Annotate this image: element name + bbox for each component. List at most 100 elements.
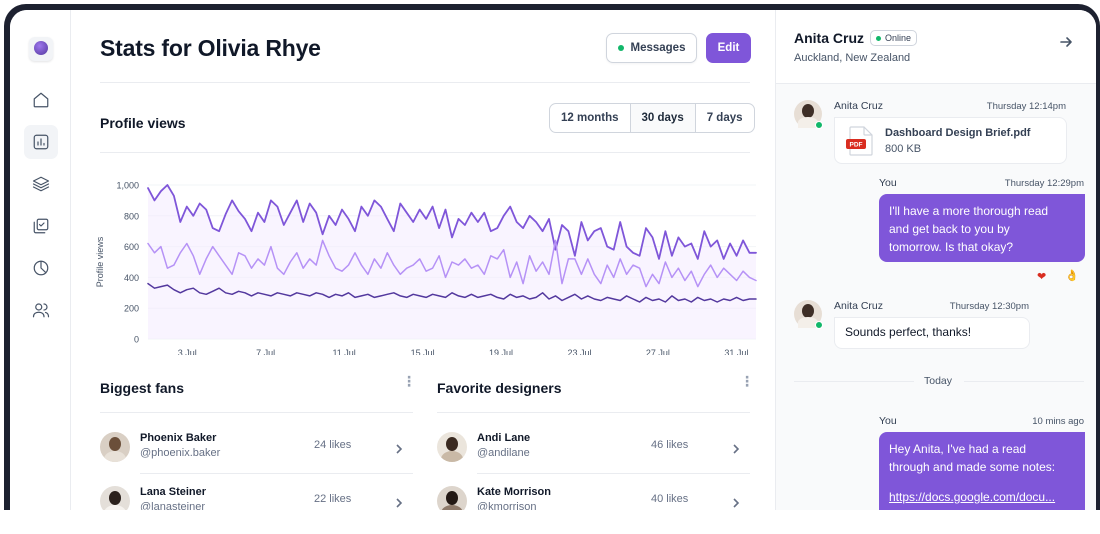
page-title: Stats for Olivia Rhye <box>100 35 321 61</box>
designer-handle: @kmorrison <box>477 501 537 510</box>
fan-name: Lana Steiner <box>140 486 207 498</box>
nav-stats[interactable] <box>24 125 58 159</box>
message-time: 10 mins ago <box>1032 416 1084 427</box>
ok-hand-reaction[interactable]: 👌 <box>1065 269 1079 282</box>
message-time: Thursday 12:30pm <box>949 301 1029 312</box>
status-badge: Online <box>870 30 918 46</box>
home-icon <box>33 92 49 108</box>
messages-button[interactable]: Messages <box>606 33 697 63</box>
x-tick-label: 31 Jul <box>724 348 748 355</box>
y-tick-label: 1,000 <box>116 181 139 191</box>
main-content: Stats for Olivia Rhye Messages Edit Prof… <box>72 10 774 510</box>
arrow-right-icon <box>1060 37 1072 47</box>
app-logo[interactable] <box>29 37 53 61</box>
y-tick-label: 800 <box>124 211 139 221</box>
range-toggle: 12 months 30 days 7 days <box>549 103 755 133</box>
message-link[interactable]: https://docs.google.com/docu... <box>889 488 1075 506</box>
fans-divider <box>100 412 413 413</box>
designer-likes: 46 likes <box>651 439 689 451</box>
range-12-months[interactable]: 12 months <box>550 104 631 132</box>
status-text: Online <box>885 33 912 43</box>
pie-chart-icon <box>33 260 49 276</box>
check-square-icon <box>33 218 49 234</box>
biggest-fans-title: Biggest fans <box>100 380 185 396</box>
contact-location: Auckland, New Zealand <box>794 52 911 64</box>
message-line: I'll have a more thorough read <box>889 204 1049 218</box>
x-tick-label: 27 Jul <box>646 348 670 355</box>
chevron-right-icon[interactable] <box>731 441 741 454</box>
range-30-days[interactable]: 30 days <box>630 104 696 132</box>
designer-handle: @andilane <box>477 447 530 459</box>
nav-reports[interactable] <box>24 251 58 285</box>
y-axis-label: Profile views <box>95 236 105 287</box>
y-tick-label: 600 <box>124 242 139 252</box>
chevron-right-icon[interactable] <box>394 495 404 508</box>
nav-users[interactable] <box>24 293 58 327</box>
edit-button[interactable]: Edit <box>706 33 751 63</box>
profile-views-title: Profile views <box>100 115 186 131</box>
layers-icon <box>32 176 50 192</box>
x-tick-label: 7 Jul <box>256 348 275 355</box>
profile-views-chart: 0 200 400 600 800 1,000 Profile views 3 Jul 7 Ju… <box>95 181 757 355</box>
fan-handle: @phoenix.baker <box>140 447 221 459</box>
pdf-file-icon: PDF <box>846 126 873 156</box>
chevron-right-icon[interactable] <box>731 495 741 508</box>
message-sender: Anita Cruz <box>834 300 884 312</box>
designer-name: Andi Lane <box>477 432 531 444</box>
close-panel-button[interactable] <box>1059 35 1073 49</box>
avatar <box>100 432 130 462</box>
message-line: Hey Anita, I've had a read <box>889 442 1027 456</box>
logo-mark <box>34 41 48 55</box>
header-divider <box>100 82 750 83</box>
nav-tasks[interactable] <box>24 209 58 243</box>
message-time: Thursday 12:14pm <box>986 101 1066 112</box>
chat-panel: Anita Cruz Online Auckland, New Zealand … <box>775 10 1096 510</box>
message-sender: Anita Cruz <box>834 100 884 112</box>
favorite-designers-menu-icon[interactable]: ⋮ <box>740 374 754 388</box>
fan-row[interactable]: Phoenix Baker @phoenix.baker 24 likes <box>100 432 413 486</box>
today-label: Today <box>924 375 953 387</box>
file-name: Dashboard Design Brief.pdf <box>885 127 1031 139</box>
designers-divider <box>437 412 750 413</box>
row-divider <box>140 473 413 474</box>
fan-likes: 24 likes <box>314 439 352 451</box>
y-tick-label: 0 <box>134 335 139 345</box>
fan-row[interactable]: Lana Steiner @lanasteiner 22 likes <box>100 486 413 510</box>
file-size: 800 KB <box>885 143 922 155</box>
favorite-designers-title: Favorite designers <box>437 380 562 396</box>
sidebar <box>10 10 71 510</box>
nav-layers[interactable] <box>24 167 58 201</box>
y-tick-label: 200 <box>124 304 139 314</box>
range-7-days[interactable]: 7 days <box>696 104 754 132</box>
contact-name: Anita Cruz <box>794 30 864 46</box>
app-screen: Stats for Olivia Rhye Messages Edit Prof… <box>10 10 1096 510</box>
file-attachment[interactable]: PDF Dashboard Design Brief.pdf 800 KB <box>834 117 1067 164</box>
x-tick-label: 11 Jul <box>332 348 355 355</box>
avatar <box>437 486 467 510</box>
incoming-message: Sounds perfect, thanks! <box>834 317 1030 349</box>
row-divider <box>477 473 750 474</box>
outgoing-message: Hey Anita, I've had a read through and m… <box>879 432 1085 510</box>
message-sender: You <box>879 415 897 427</box>
file-type-label: PDF <box>850 142 863 149</box>
nav-home[interactable] <box>24 83 58 117</box>
chevron-right-icon[interactable] <box>394 441 404 454</box>
designer-name: Kate Morrison <box>477 486 551 498</box>
outgoing-message: I'll have a more thorough read and get b… <box>879 194 1085 262</box>
avatar <box>437 432 467 462</box>
device-frame: Stats for Olivia Rhye Messages Edit Prof… <box>4 4 1100 510</box>
message-time: Thursday 12:29pm <box>1004 178 1084 189</box>
messages-button-label: Messages <box>630 42 686 54</box>
fan-likes: 22 likes <box>314 493 352 505</box>
x-tick-label: 15 Jul <box>411 348 435 355</box>
designer-row[interactable]: Kate Morrison @kmorrison 40 likes <box>437 486 750 510</box>
designer-row[interactable]: Andi Lane @andilane 46 likes <box>437 432 750 486</box>
biggest-fans-menu-icon[interactable]: ⋮ <box>402 374 416 388</box>
contact-avatar <box>794 300 823 329</box>
today-divider-left <box>794 381 914 382</box>
bar-chart-icon <box>33 134 49 150</box>
message-sender: You <box>879 177 897 189</box>
message-line: tomorrow. Is that okay? <box>889 240 1014 254</box>
status-dot <box>617 45 624 51</box>
heart-reaction[interactable]: ❤ <box>1037 270 1046 283</box>
